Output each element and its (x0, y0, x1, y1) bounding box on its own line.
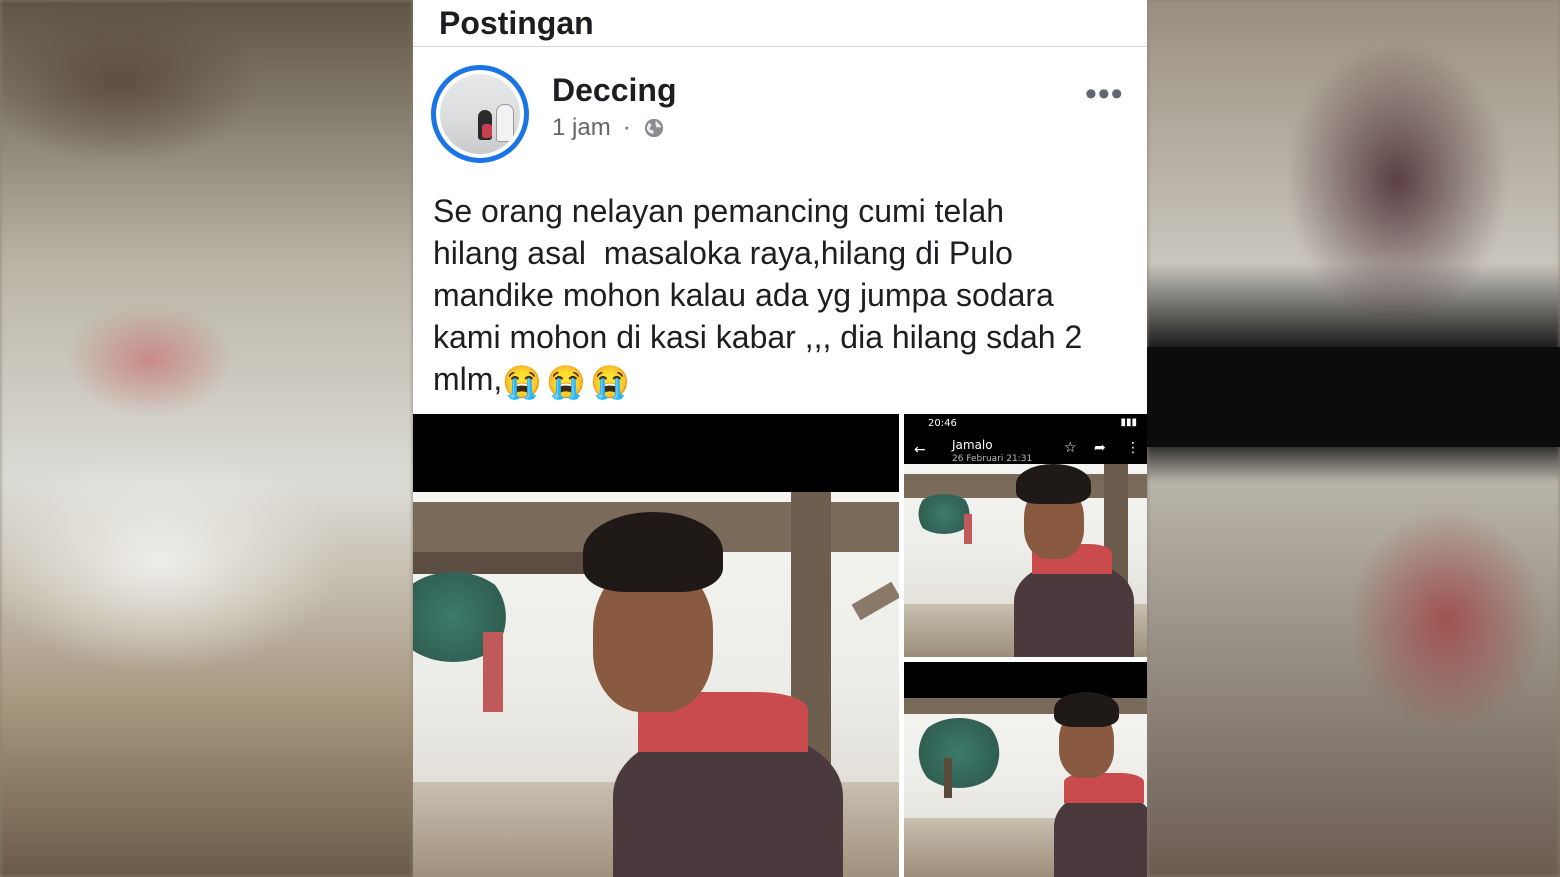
contact-date: 26 Februari 21:31 (952, 454, 1033, 464)
post-text: Se orang nelayan pemancing cumi telah hi… (433, 190, 1133, 403)
status-icons: ▮▮▮ (1120, 417, 1137, 428)
photo-bottom-right[interactable] (904, 662, 1147, 877)
author-name[interactable]: Deccing (552, 72, 676, 109)
avatar-image (440, 74, 520, 154)
more-options-icon[interactable]: ••• (1085, 77, 1124, 111)
menu-icon[interactable]: ⋮ (1126, 440, 1140, 456)
photo-grid: 20:46 ▮▮▮ ← Jamalo 26 Februari 21:31 ☆ ➦… (413, 414, 1147, 877)
share-icon[interactable]: ➦ (1094, 440, 1106, 456)
emoji-row: 😭 😭 😭 (502, 361, 630, 403)
post-time[interactable]: 1 jam (552, 114, 611, 142)
photo-top-right[interactable]: 20:46 ▮▮▮ ← Jamalo 26 Februari 21:31 ☆ ➦… (904, 414, 1147, 657)
status-time: 20:46 (928, 418, 957, 429)
star-icon[interactable]: ☆ (1064, 440, 1077, 456)
post-header: Postingan (413, 0, 1147, 47)
page-title: Postingan (439, 4, 594, 41)
background-band (1147, 347, 1560, 447)
contact-name: Jamalo (952, 438, 993, 452)
photo-main[interactable] (413, 414, 899, 877)
crying-emoji: 😭 (546, 363, 586, 400)
post-card: Postingan Deccing 1 jam · ••• Se orang n… (413, 0, 1147, 877)
author-row (413, 47, 1147, 167)
crying-emoji: 😭 (590, 363, 630, 400)
post-meta: 1 jam · (552, 114, 665, 142)
photo-scene (904, 692, 1147, 877)
avatar[interactable] (431, 65, 529, 163)
photo-scene (904, 464, 1147, 657)
meta-separator: · (622, 114, 631, 141)
crying-emoji: 😭 (502, 363, 543, 400)
globe-icon (644, 118, 663, 138)
back-arrow-icon[interactable]: ← (914, 442, 926, 458)
background-left (0, 0, 413, 877)
photo-scene (413, 492, 899, 877)
